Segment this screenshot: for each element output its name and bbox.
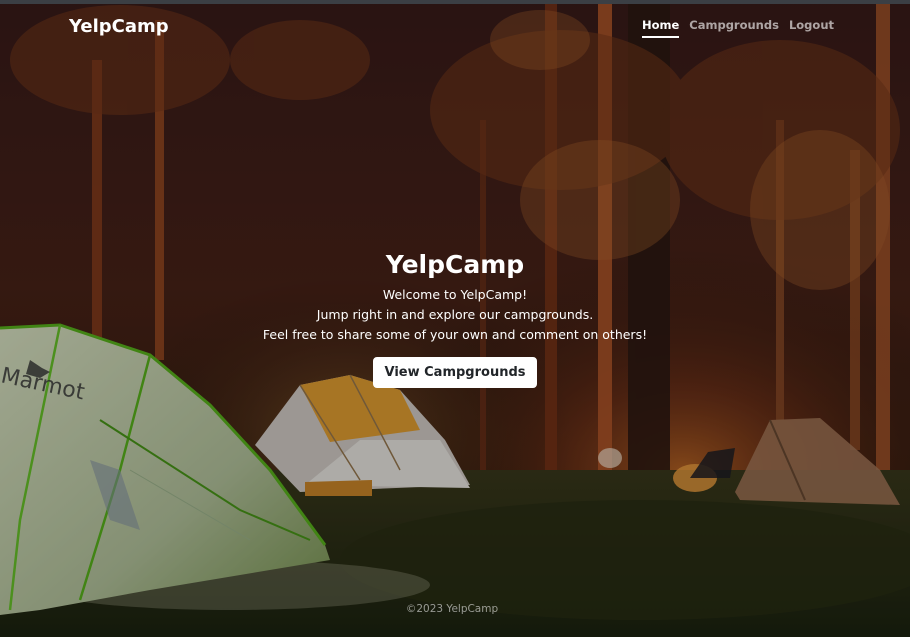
hero-explore-text: Jump right in and explore our campground…	[316, 307, 594, 322]
nav-link-home[interactable]: Home	[641, 18, 680, 38]
top-navbar: YelpCamp Home Campgrounds Logout	[0, 4, 910, 48]
hero-title: YelpCamp	[385, 250, 525, 279]
view-campgrounds-button[interactable]: View Campgrounds	[373, 357, 537, 388]
hero-section: YelpCamp Welcome to YelpCamp! Jump right…	[0, 250, 910, 388]
hero-welcome-text: Welcome to YelpCamp!	[382, 287, 528, 302]
nav-link-campgrounds[interactable]: Campgrounds	[689, 18, 779, 38]
footer-copyright: ©2023 YelpCamp	[405, 603, 499, 615]
navbar-brand[interactable]: YelpCamp	[69, 16, 169, 37]
landing-page: Marmot YelpCamp Home Campgrounds Logout …	[0, 0, 910, 637]
browser-edge	[0, 0, 910, 4]
hero-share-text: Feel free to share some of your own and …	[262, 327, 648, 342]
nav-link-logout[interactable]: Logout	[789, 18, 834, 38]
nav-links: Home Campgrounds Logout	[641, 18, 834, 38]
